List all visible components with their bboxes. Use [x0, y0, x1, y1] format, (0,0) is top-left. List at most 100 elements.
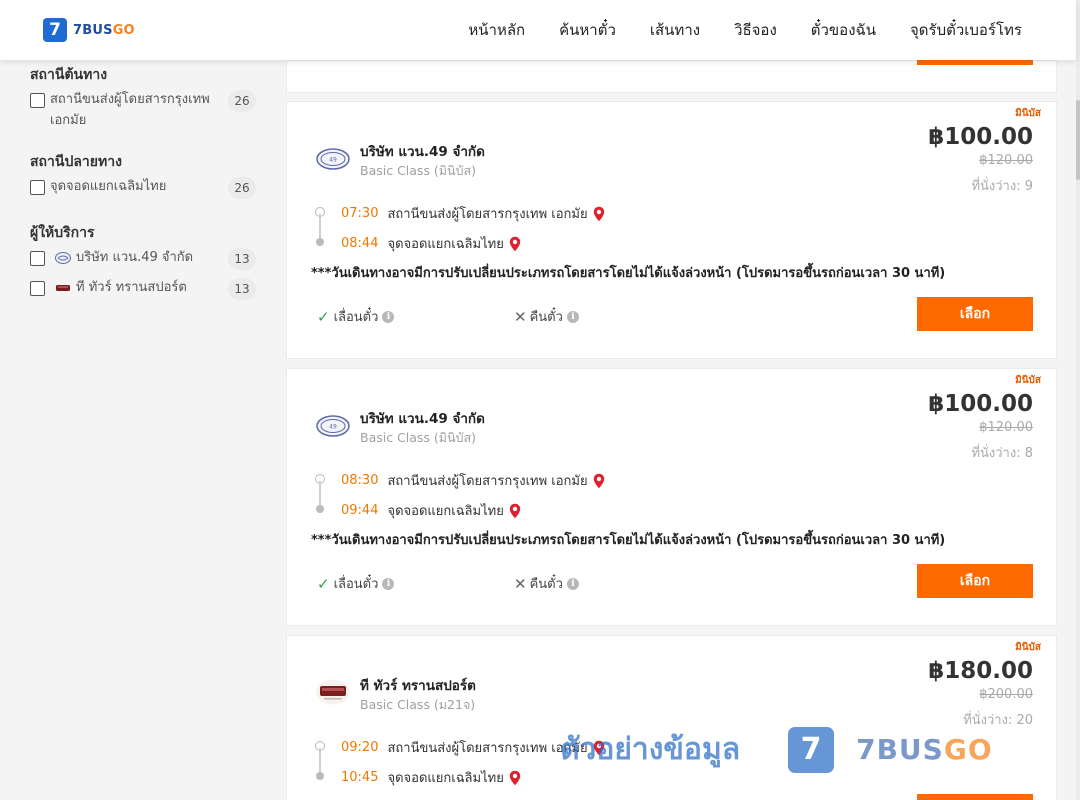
site-logo[interactable]: 7 7BUSGO	[43, 18, 135, 42]
nav-my-tickets[interactable]: ตั๋วของฉัน	[811, 18, 876, 42]
price: ฿100.00	[928, 391, 1033, 417]
origin-filter-title: สถานีต้นทาง	[30, 67, 108, 83]
reschedule-feature: ✓ เลื่อนตั๋ว i	[317, 573, 395, 594]
operator-filter-option[interactable]: ที ทัวร์ ทรานสปอร์ต 13	[30, 278, 256, 300]
select-trip-button[interactable]: เลือก	[917, 564, 1033, 598]
trip-card-partial	[286, 59, 1057, 93]
select-trip-button-partial[interactable]	[917, 794, 1033, 800]
refund-label: คืนตั๋ว	[529, 310, 563, 325]
page-scrollbar[interactable]	[1076, 0, 1080, 800]
select-trip-button[interactable]: เลือก	[917, 297, 1033, 331]
bus-class: Basic Class (มินิบัส)	[360, 163, 477, 178]
operator-name: บริษัท แวน.49 จำกัด	[360, 144, 485, 160]
original-price: ฿120.00	[979, 420, 1033, 435]
origin-option-count: 26	[228, 90, 256, 112]
departure-station: สถานีขนส่งผู้โดยสารกรุงเทพ เอกมัย	[387, 474, 588, 489]
svg-text:49: 49	[329, 424, 337, 431]
departure-time: 09:20	[341, 740, 379, 755]
reschedule-label: เลื่อนตั๋ว	[333, 577, 379, 592]
map-pin-icon[interactable]	[593, 206, 605, 222]
destination-option-count: 26	[228, 177, 256, 199]
van49-logo-icon	[55, 252, 71, 264]
nav-search-ticket[interactable]: ค้นหาตั๋ว	[559, 18, 616, 42]
arrival-dot	[316, 772, 324, 780]
operator-option-count: 13	[228, 248, 256, 270]
departure-time: 08:30	[341, 473, 379, 488]
destination-filter-title: สถานีปลายทาง	[30, 154, 122, 170]
trip-card: มินิบัส ที ทัวร์ ทรานสปอร์ต Basic Class …	[286, 635, 1057, 800]
reschedule-label: เลื่อนตั๋ว	[333, 310, 379, 325]
original-price: ฿200.00	[979, 687, 1033, 702]
nav-routes[interactable]: เส้นทาง	[650, 18, 700, 42]
info-icon[interactable]: i	[566, 310, 579, 323]
price: ฿180.00	[928, 658, 1033, 684]
origin-option-label: สถานีขนส่งผู้โดยสารกรุงเทพ เอกมัย	[50, 92, 210, 128]
trip-notice: ***วันเดินทางอาจมีการปรับเปลี่ยนประเภทรถ…	[311, 533, 946, 548]
arrival-stop: 10:45 จุดจอดแยกเฉลิมไทย	[341, 767, 521, 788]
operator-filter-title: ผู้ให้บริการ	[30, 225, 95, 241]
map-pin-icon[interactable]	[509, 770, 521, 786]
vehicle-type-badge: มินิบัส	[1015, 642, 1041, 653]
departure-time: 07:30	[341, 206, 379, 221]
destination-checkbox[interactable]	[30, 180, 45, 195]
check-icon: ✓	[317, 574, 330, 593]
seats-available: ที่นั่งว่าง: 8	[971, 446, 1033, 461]
vehicle-type-badge: มินิบัส	[1015, 108, 1041, 119]
arrival-station: จุดจอดแยกเฉลิมไทย	[387, 771, 504, 786]
info-icon[interactable]: i	[382, 310, 395, 323]
arrival-dot	[316, 238, 324, 246]
arrival-time: 09:44	[341, 503, 379, 518]
nav-home[interactable]: หน้าหลัก	[468, 18, 525, 42]
map-pin-icon[interactable]	[509, 236, 521, 252]
logo-mark: 7	[43, 18, 67, 42]
cross-icon: ✕	[514, 574, 527, 593]
check-icon: ✓	[317, 307, 330, 326]
arrival-station: จุดจอดแยกเฉลิมไทย	[387, 504, 504, 519]
operator-name: บริษัท แวน.49 จำกัด	[360, 411, 485, 427]
top-header: 7 7BUSGO หน้าหลัก ค้นหาตั๋ว เส้นทาง วิธี…	[0, 0, 1076, 60]
scrollbar-thumb[interactable]	[1076, 100, 1080, 180]
route-timeline	[319, 481, 321, 505]
watermark-logo-mark: 7	[788, 726, 835, 773]
arrival-time: 10:45	[341, 770, 379, 785]
operator-checkbox[interactable]	[30, 251, 45, 266]
departure-stop: 07:30 สถานีขนส่งผู้โดยสารกรุงเทพ เอกมัย	[341, 203, 605, 224]
price: ฿100.00	[928, 124, 1033, 150]
operator-name: ที ทัวร์ ทรานสปอร์ต	[360, 678, 476, 694]
trip-card: มินิบัส 49 บริษัท แวน.49 จำกัด Basic Cla…	[286, 368, 1057, 626]
sample-data-watermark: ตัวอย่างข้อมูล 7 7BUSGO	[560, 726, 993, 773]
bus-class: Basic Class (มินิบัส)	[360, 430, 477, 445]
departure-stop: 08:30 สถานีขนส่งผู้โดยสารกรุงเทพ เอกมัย	[341, 470, 605, 491]
map-pin-icon[interactable]	[593, 473, 605, 489]
watermark-text: ตัวอย่างข้อมูล	[560, 732, 741, 767]
arrival-stop: 08:44 จุดจอดแยกเฉลิมไทย	[341, 233, 521, 254]
seats-available: ที่นั่งว่าง: 9	[971, 179, 1033, 194]
trip-notice: ***วันเดินทางอาจมีการปรับเปลี่ยนประเภทรถ…	[311, 266, 946, 281]
bus-class: Basic Class (ม21จ)	[360, 697, 476, 712]
operator-option-label: บริษัท แวน.49 จำกัด	[76, 250, 194, 265]
destination-filter-option[interactable]: จุดจอดแยกเฉลิมไทย 26	[30, 177, 256, 199]
svg-text:49: 49	[329, 157, 337, 164]
operator-logo: 49	[316, 415, 350, 437]
refund-feature: ✕ คืนตั๋ว i	[514, 573, 579, 594]
arrival-time: 08:44	[341, 236, 379, 251]
operator-filter-option[interactable]: บริษัท แวน.49 จำกัด 13	[30, 248, 256, 270]
nav-how-to-book[interactable]: วิธีจอง	[734, 18, 777, 42]
vehicle-type-badge: มินิบัส	[1015, 375, 1041, 386]
origin-filter-option[interactable]: สถานีขนส่งผู้โดยสารกรุงเทพ เอกมัย 26	[30, 90, 256, 131]
operator-checkbox[interactable]	[30, 281, 45, 296]
ttour-logo-icon	[56, 285, 70, 291]
arrival-station: จุดจอดแยกเฉลิมไทย	[387, 237, 504, 252]
refund-label: คืนตั๋ว	[529, 577, 563, 592]
refund-feature: ✕ คืนตั๋ว i	[514, 306, 579, 327]
origin-checkbox[interactable]	[30, 93, 45, 108]
operator-option-count: 13	[228, 278, 256, 300]
operator-logo	[316, 679, 350, 705]
map-pin-icon[interactable]	[509, 503, 521, 519]
nav-pickup-points[interactable]: จุดรับตั๋วเบอร์โทร	[910, 18, 1022, 42]
logo-text: 7BUSGO	[73, 22, 135, 38]
operator-option-label: ที ทัวร์ ทรานสปอร์ต	[76, 280, 187, 295]
info-icon[interactable]: i	[566, 577, 579, 590]
info-icon[interactable]: i	[382, 577, 395, 590]
cross-icon: ✕	[514, 307, 527, 326]
